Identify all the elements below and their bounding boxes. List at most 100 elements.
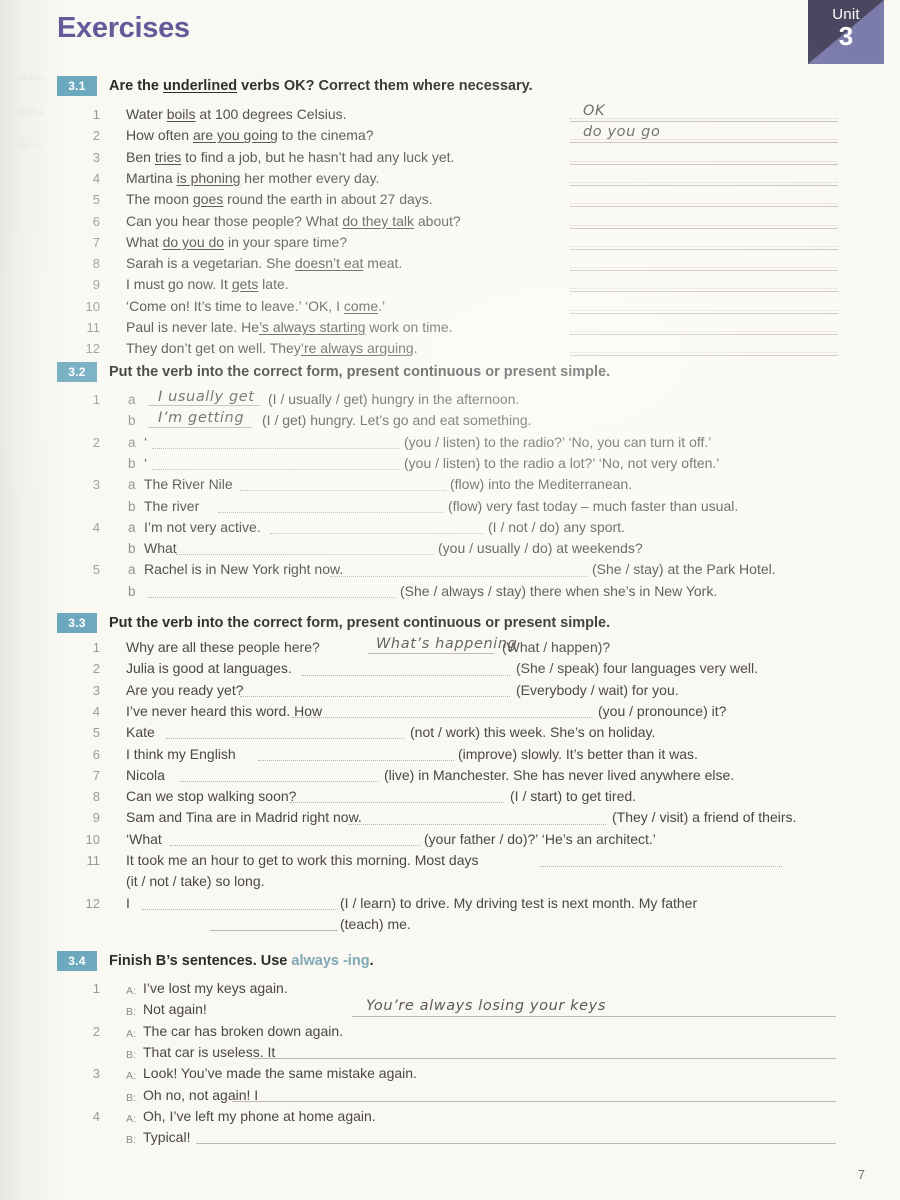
answer-line[interactable] — [570, 270, 838, 271]
item-number: 11 — [78, 317, 100, 338]
item-text-after: (I / learn) to drive. My driving test is… — [340, 893, 697, 914]
answer-line[interactable] — [570, 334, 838, 335]
item-number: 3 — [78, 680, 100, 701]
item-sublabel: b — [128, 453, 136, 474]
item-number: 4 — [78, 168, 100, 189]
answer-line[interactable] — [570, 291, 838, 292]
item-sublabel: a — [128, 559, 136, 580]
exercise-instruction: Put the verb into the correct form, pres… — [109, 613, 610, 633]
list-item: 2How often are you going to the cinema? — [0, 125, 560, 146]
answer-line[interactable] — [570, 121, 838, 122]
item-number: 9 — [78, 274, 100, 295]
answer-line[interactable] — [570, 185, 838, 186]
list-item: b‘(you / listen) to the radio a lot?’ ‘N… — [0, 453, 900, 474]
item-text-before: I’m not very active. — [144, 517, 261, 538]
unit-number: 3 — [808, 25, 884, 47]
answer-line[interactable] — [570, 164, 838, 165]
list-item: 2a‘(you / listen) to the radio?’ ‘No, yo… — [0, 432, 900, 453]
item-number: 2 — [78, 1021, 100, 1042]
answer-blank[interactable] — [330, 576, 588, 577]
answer-blank[interactable] — [302, 675, 510, 676]
answer-blank[interactable] — [166, 738, 404, 739]
item-text-after: (She / always / stay) there when she’s i… — [400, 581, 717, 602]
item-number: 9 — [78, 807, 100, 828]
list-item: bI’m getting(I / get) hungry. Let’s go a… — [0, 410, 900, 431]
list-item: 12They don’t get on well. They’re always… — [0, 338, 560, 359]
list-item: 2A:The car has broken down again. — [0, 1021, 900, 1042]
underlined-verb: do they talk — [342, 213, 414, 229]
item-number: 12 — [78, 338, 100, 359]
answer-blank[interactable] — [196, 1143, 836, 1144]
answer-blank[interactable] — [218, 512, 444, 513]
list-item: 3Ben tries to find a job, but he hasn’t … — [0, 147, 560, 168]
answer-blank[interactable] — [170, 845, 420, 846]
item-number: 4 — [78, 517, 100, 538]
answer-blank[interactable] — [292, 717, 592, 718]
answer-line[interactable] — [570, 206, 838, 207]
answer-blank[interactable] — [240, 696, 510, 697]
unit-badge: Unit3 — [808, 0, 884, 64]
item-text: ‘Come on! It’s time to leave.’ ‘OK, I co… — [126, 296, 385, 317]
answer-blank[interactable] — [148, 597, 396, 598]
item-sublabel: b — [128, 538, 136, 559]
list-item: 3A:Look! You’ve made the same mistake ag… — [0, 1063, 900, 1084]
item-text-before: The River Nile — [144, 474, 233, 495]
answer-blank[interactable] — [258, 760, 454, 761]
answer-blank[interactable] — [540, 866, 782, 867]
dialogue-line-a: The car has broken down again. — [143, 1021, 343, 1042]
item-number: 3 — [78, 474, 100, 495]
item-sublabel: a — [128, 517, 136, 538]
answer-blank[interactable] — [142, 909, 338, 910]
answer-blank[interactable] — [348, 824, 606, 825]
list-item: 1Why are all these people here?What’s ha… — [0, 637, 900, 658]
list-item: 4A:Oh, I’ve left my phone at home again. — [0, 1106, 900, 1127]
underlined-verb: ’s always starting — [259, 319, 365, 335]
item-text-after: (She / stay) at the Park Hotel. — [592, 559, 776, 580]
item-text-before: I think my English — [126, 744, 236, 765]
item-number: 7 — [78, 765, 100, 786]
dialogue-line-a: I’ve lost my keys again. — [143, 978, 288, 999]
item-text: Martina is phoning her mother every day. — [126, 168, 379, 189]
list-item: 9Sam and Tina are in Madrid right now.(T… — [0, 807, 900, 828]
underlined-verb: are you going — [193, 127, 278, 143]
item-text-before: I’ve never heard this word. How — [126, 701, 322, 722]
item-sublabel: b — [128, 410, 136, 431]
list-item: 5The moon goes round the earth in about … — [0, 189, 560, 210]
item-text-before: The river — [144, 496, 199, 517]
item-number: 2 — [78, 432, 100, 453]
answer-blank[interactable] — [176, 554, 434, 555]
answer-blank[interactable] — [290, 802, 504, 803]
answer-line[interactable] — [570, 142, 838, 143]
answer-blank[interactable] — [232, 1101, 836, 1102]
list-item: 4 a I’m not very active. (I / not / do) any… — [0, 517, 900, 538]
item-text-after: (I / usually / get) hungry in the aftern… — [268, 389, 519, 410]
item-number: 12 — [78, 893, 100, 914]
answer-blank[interactable] — [270, 533, 484, 534]
list-item: 3aThe River Nile(flow) into the Mediterr… — [0, 474, 900, 495]
answer-blank[interactable] — [240, 490, 446, 491]
answer-blank[interactable] — [180, 781, 378, 782]
list-item: 5aRachel is in New York right now.(She /… — [0, 559, 900, 580]
list-item: 4I’ve never heard this word. How(you / p… — [0, 701, 900, 722]
answer-blank[interactable] — [152, 469, 400, 470]
answer-line[interactable] — [570, 313, 838, 314]
answer-line[interactable] — [570, 249, 838, 250]
item-text-before: Nicola — [126, 765, 165, 786]
answer-blank[interactable] — [250, 1058, 836, 1059]
item-text-before: Can we stop walking soon? — [126, 786, 296, 807]
underlined-verb: tries — [155, 149, 181, 165]
item-text-after: (you / listen) to the radio?’ ‘No, you c… — [404, 432, 711, 453]
item-text-after: (I / not / do) any sport. — [488, 517, 625, 538]
item-number: 1 — [78, 978, 100, 999]
underlined-verb: boils — [167, 106, 196, 122]
answer-blank[interactable] — [210, 930, 338, 931]
item-text-after: (you / pronounce) it? — [598, 701, 726, 722]
answer-line[interactable] — [570, 355, 838, 356]
list-item: 10‘Come on! It’s time to leave.’ ‘OK, I … — [0, 296, 560, 317]
answer-blank[interactable] — [152, 448, 400, 449]
item-text-before: ‘ — [144, 453, 147, 474]
handwritten-answer: I usually get — [158, 387, 255, 408]
answer-line[interactable] — [570, 228, 838, 229]
list-item: 12I(I / learn) to drive. My driving test… — [0, 893, 900, 914]
item-text-after: (improve) slowly. It’s better than it wa… — [458, 744, 698, 765]
